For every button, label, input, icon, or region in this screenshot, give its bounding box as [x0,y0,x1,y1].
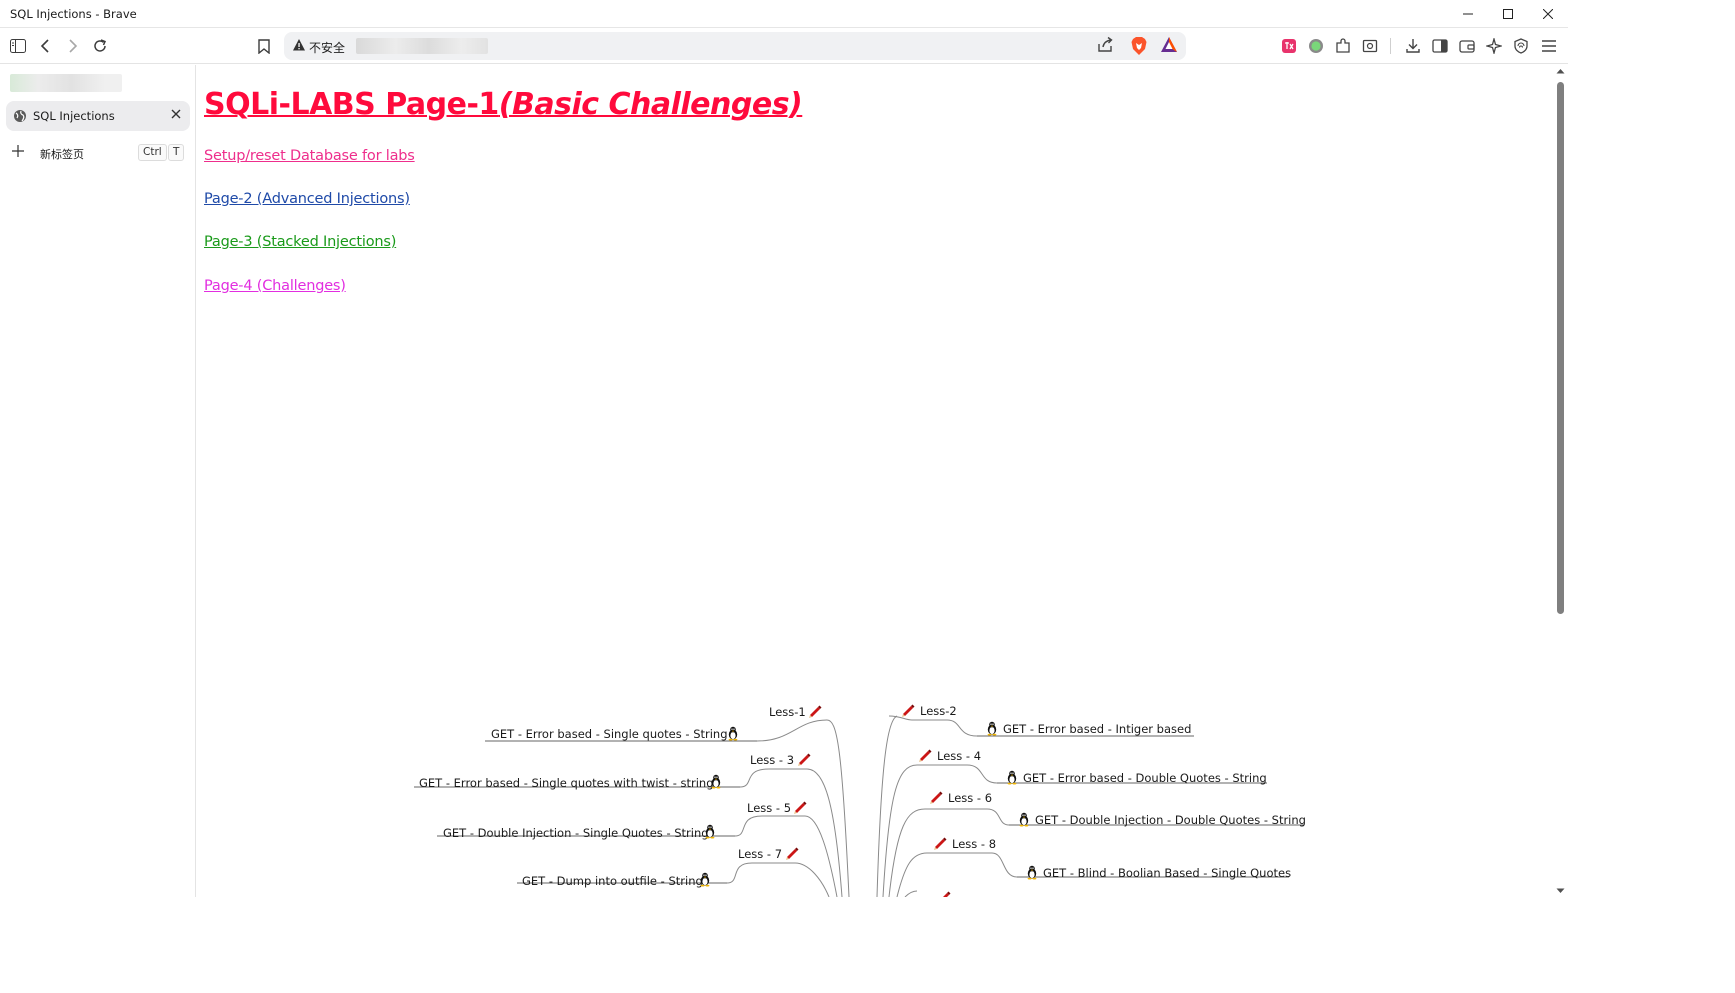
pencil-icon [794,801,807,814]
reload-icon [94,39,106,52]
forward-button[interactable] [60,34,84,58]
tux-icon [1007,770,1017,785]
vpn-icon [1514,38,1528,54]
download-icon [1406,39,1420,53]
brave-rewards-icon [1161,37,1177,52]
mindmap-desc-3: GET - Error based - Single quotes with t… [419,776,714,790]
tux-icon [728,726,738,741]
menu-button[interactable] [1537,34,1561,58]
side-panel-button[interactable] [1428,34,1452,58]
mindmap-desc-5: GET - Double Injection - Single Quotes -… [443,826,709,840]
brave-shields-icon [1131,37,1147,55]
scroll-up-icon[interactable] [1556,68,1565,74]
mindmap-desc-6: GET - Double Injection - Double Quotes -… [1035,813,1306,827]
pencil-icon [902,704,915,717]
back-icon [40,39,49,53]
pencil-icon [919,749,932,762]
close-icon [1543,9,1553,19]
scrollbar-thumb[interactable] [1557,82,1564,614]
pencil-icon [809,705,822,718]
close-window-button[interactable] [1528,0,1568,28]
minimize-button[interactable] [1448,0,1488,28]
maximize-button[interactable] [1488,0,1528,28]
pencil-icon [786,847,799,860]
brave-shields-button[interactable] [1130,36,1148,60]
leo-ai-button[interactable] [1482,34,1506,58]
mindmap-lesson-7: Less - 7 [738,847,782,861]
mindmap-lesson-4: Less - 4 [937,749,981,763]
tab-title: SQL Injections [33,109,115,123]
tux-icon [1019,812,1029,827]
brave-rewards-button[interactable] [1160,36,1178,57]
extension-pink-icon [1282,39,1296,53]
bookmark-icon [258,38,270,54]
warning-icon [293,39,305,51]
mindmap-desc-1: GET - Error based - Single quotes - Stri… [491,727,728,741]
menu-icon [1542,40,1556,52]
address-bar[interactable]: 不安全 [284,32,1186,60]
page-scrollbar[interactable] [1553,65,1568,897]
mindmap-desc-4: GET - Error based - Double Quotes - Stri… [1023,771,1267,785]
title-bar: SQL Injections - Brave [0,0,1568,28]
minimize-icon [1463,13,1473,15]
page-content: SQLi-LABS Page-1(Basic Challenges) Setup… [197,65,1553,897]
mindmap-lesson-5: Less - 5 [747,801,791,815]
mindmap-lesson-1: Less-1 [769,705,806,719]
shortcut-key-t: T [168,144,185,161]
pencil-icon [798,753,811,766]
tux-icon [987,721,997,736]
maximize-icon [1503,9,1513,19]
wallet-icon [1459,40,1475,53]
mindmap-desc-7: GET - Dump into outfile - String [522,874,703,888]
extensions-button[interactable] [1331,34,1355,58]
reload-button[interactable] [88,34,112,58]
extension-pink-button[interactable] [1277,34,1301,58]
new-tab-label: 新标签页 [40,148,84,161]
pencil-icon [938,891,951,897]
vertical-tabs-sidebar: SQL Injections 新标签页 Ctrl T [0,65,196,897]
downloads-button[interactable] [1401,34,1425,58]
browser-toolbar: 不安全 [0,28,1568,64]
share-icon [1098,36,1113,52]
share-button[interactable] [1096,36,1114,58]
extensions-puzzle-icon [1336,38,1350,53]
toolbar-divider [1390,38,1391,54]
new-tab-button[interactable]: 新标签页 Ctrl T [6,141,190,165]
security-status[interactable]: 不安全 [309,39,345,56]
pencil-icon [934,837,947,850]
sidebar-toggle-button[interactable] [6,34,30,58]
extension-green-icon [1309,39,1323,53]
close-tab-icon[interactable] [171,109,181,119]
side-panel-icon [1432,39,1448,53]
back-button[interactable] [34,34,58,58]
tab-sql-injections[interactable]: SQL Injections [6,101,190,131]
window-controls [1448,0,1568,28]
mindmap-desc-2: GET - Error based - Intiger based [1003,722,1191,736]
reader-mode-button[interactable] [1358,34,1382,58]
mindmap-lesson-2: Less-2 [920,704,957,718]
mindmap-desc-8: GET - Blind - Boolian Based - Single Quo… [1043,866,1291,880]
reader-mode-icon [1362,39,1378,53]
pencil-icon [930,791,943,804]
extension-green-button[interactable] [1304,34,1328,58]
wallet-button[interactable] [1455,34,1479,58]
mindmap-lesson-8: Less - 8 [952,837,996,851]
vpn-button[interactable] [1509,34,1533,58]
mindmap-lesson-6: Less - 6 [948,791,992,805]
window-title: SQL Injections - Brave [10,6,137,21]
forward-icon [69,39,78,53]
bookmark-button[interactable] [252,34,276,58]
scroll-down-icon[interactable] [1556,888,1565,894]
globe-icon [14,110,26,122]
sidebar-toggle-icon [10,39,26,53]
redacted-profile [10,74,122,92]
lessons-mindmap: Less-1 GET - Error based - Single quotes… [414,704,1306,897]
plus-icon [12,145,24,157]
redacted-url [356,38,488,54]
leo-ai-icon [1486,38,1502,54]
shortcut-key-ctrl: Ctrl [138,144,167,161]
mindmap-lesson-3: Less - 3 [750,753,794,767]
